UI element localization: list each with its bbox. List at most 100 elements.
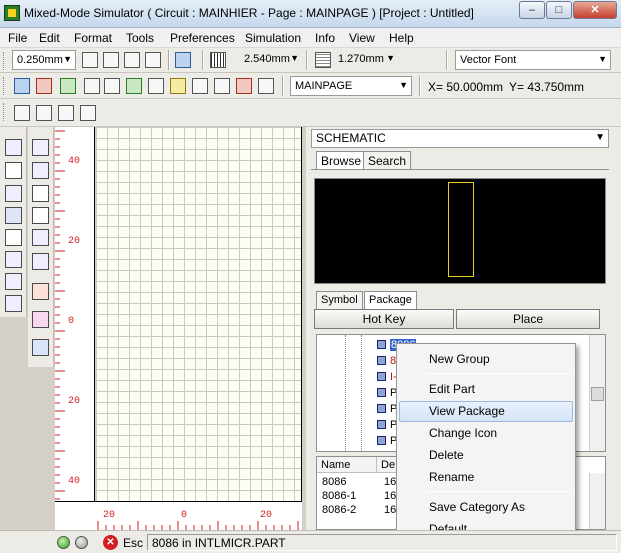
hdl-icon[interactable] [236, 78, 252, 94]
delete-icon[interactable] [5, 229, 22, 246]
tree-line [345, 335, 346, 451]
cut-icon[interactable] [14, 78, 30, 94]
chip-icon [377, 404, 386, 413]
menu-format[interactable]: Format [74, 31, 112, 45]
save-icon[interactable] [126, 78, 142, 94]
page-select[interactable]: MAINPAGE ▼ [290, 76, 412, 96]
hot-key-button[interactable]: Hot Key [314, 309, 454, 329]
probe-icon[interactable] [36, 105, 52, 121]
menu-item-edit-part[interactable]: Edit Part [399, 379, 573, 400]
document-icon[interactable] [148, 78, 164, 94]
menu-item-delete[interactable]: Delete [399, 445, 573, 466]
toolbar-grip[interactable] [3, 52, 6, 70]
toolbar-edit: MAINPAGE ▼ X= 50.000mm Y= 43.750mm [0, 73, 621, 99]
line-width-value: 0.250mm [17, 54, 63, 66]
tab-package[interactable]: Package [364, 291, 417, 309]
menu-tools[interactable]: Tools [126, 31, 154, 45]
tab-search[interactable]: Search [363, 151, 412, 169]
snap-size-select[interactable]: 1.270mm ▼ [334, 50, 398, 70]
toolbar-format: 0.250mm ▼ 2.540mm ▼ 1.270mm ▼ Vector Fon… [0, 48, 621, 73]
font-select[interactable]: Vector Font ▼ [455, 50, 611, 70]
image-icon[interactable] [80, 105, 96, 121]
chip-icon [377, 356, 386, 365]
menu-item-rename[interactable]: Rename [399, 467, 573, 488]
net-icon[interactable] [14, 105, 30, 121]
tree-scrollbar[interactable] [589, 335, 605, 451]
hierarchy-icon[interactable] [32, 339, 49, 356]
grid-size-select[interactable]: 2.540mm ▼ [240, 50, 302, 70]
find-icon[interactable] [58, 105, 74, 121]
stamp-icon[interactable] [32, 253, 49, 270]
grid-icon[interactable] [210, 52, 226, 68]
export-icon[interactable] [258, 78, 274, 94]
zoom-in-icon[interactable] [82, 52, 98, 68]
menu-edit[interactable]: Edit [39, 31, 60, 45]
tab-browse[interactable]: Browse [316, 151, 367, 169]
list-cell-name[interactable]: 8086 [322, 476, 346, 488]
chevron-down-icon: ▼ [595, 132, 605, 143]
status-message: 8086 in INTLMICR.PART [147, 534, 617, 551]
component-icon[interactable] [36, 78, 52, 94]
block-icon[interactable] [214, 78, 230, 94]
minimize-button[interactable]: – [519, 1, 545, 19]
mirror-icon[interactable] [32, 185, 49, 202]
toolbar-grip[interactable] [3, 103, 6, 121]
line-width-select[interactable]: 0.250mm ▼ [12, 50, 76, 70]
list-cell-name[interactable]: 8086-2 [322, 504, 356, 516]
menu-file[interactable]: File [8, 31, 27, 45]
menu-simulation[interactable]: Simulation [245, 31, 301, 45]
menu-preferences[interactable]: Preferences [170, 31, 235, 45]
ruler-label: 20 [260, 510, 273, 521]
pin-icon[interactable] [5, 273, 22, 290]
library-select[interactable]: SCHEMATIC ▼ [311, 129, 609, 148]
refresh-icon[interactable] [175, 52, 191, 68]
undo-icon[interactable] [32, 139, 49, 156]
duplicate-icon[interactable] [5, 251, 22, 268]
menu-help[interactable]: Help [389, 31, 414, 45]
app-icon [4, 5, 20, 21]
move-icon[interactable] [5, 207, 22, 224]
new-page-icon[interactable] [84, 78, 100, 94]
bus-icon[interactable] [32, 311, 49, 328]
menu-view[interactable]: View [349, 31, 375, 45]
maximize-button[interactable]: □ [546, 1, 572, 19]
stop-icon[interactable]: ✕ [103, 535, 118, 550]
zoom-out-icon[interactable] [103, 52, 119, 68]
zoom-fit-icon[interactable] [145, 52, 161, 68]
status-led-gray-icon [75, 536, 88, 549]
port-icon[interactable] [5, 295, 22, 312]
menu-item-view-package[interactable]: View Package [399, 401, 573, 422]
left-toolstrip-2 [28, 127, 54, 367]
schematic-canvas[interactable] [96, 127, 302, 501]
menu-item-save-category-as[interactable]: Save Category As [399, 497, 573, 518]
ruler-label: 20 [68, 396, 81, 407]
menu-info[interactable]: Info [315, 31, 335, 45]
column-header-name[interactable]: Name [317, 457, 377, 473]
close-button[interactable]: ✕ [573, 1, 617, 19]
toolbar-grip[interactable] [3, 77, 6, 95]
snap-grid-icon[interactable] [315, 52, 331, 68]
zoom-area-icon[interactable] [124, 52, 140, 68]
help-cursor-icon[interactable] [5, 162, 22, 179]
paste-icon[interactable] [192, 78, 208, 94]
select-icon[interactable] [5, 139, 22, 156]
tab-symbol[interactable]: Symbol [316, 291, 363, 309]
place-button[interactable]: Place [456, 309, 600, 329]
coord-y-readout: Y= 43.750mm [509, 80, 585, 94]
list-cell-desc: 16 [384, 504, 397, 516]
scroll-thumb[interactable] [591, 387, 604, 401]
drag-icon[interactable] [32, 229, 49, 246]
list-cell-name[interactable]: 8086-1 [322, 490, 356, 502]
menu-item-change-icon[interactable]: Change Icon [399, 423, 573, 444]
chip-icon [377, 340, 386, 349]
wire-icon[interactable] [60, 78, 76, 94]
menu-item-new-group[interactable]: New Group [399, 349, 573, 370]
place-part-icon[interactable] [5, 185, 22, 202]
rotate-icon[interactable] [32, 162, 49, 179]
chip-icon [377, 420, 386, 429]
flip-icon[interactable] [32, 207, 49, 224]
copy-icon[interactable] [170, 78, 186, 94]
open-page-icon[interactable] [104, 78, 120, 94]
junction-icon[interactable] [32, 283, 49, 300]
list-scrollbar[interactable] [589, 473, 605, 529]
